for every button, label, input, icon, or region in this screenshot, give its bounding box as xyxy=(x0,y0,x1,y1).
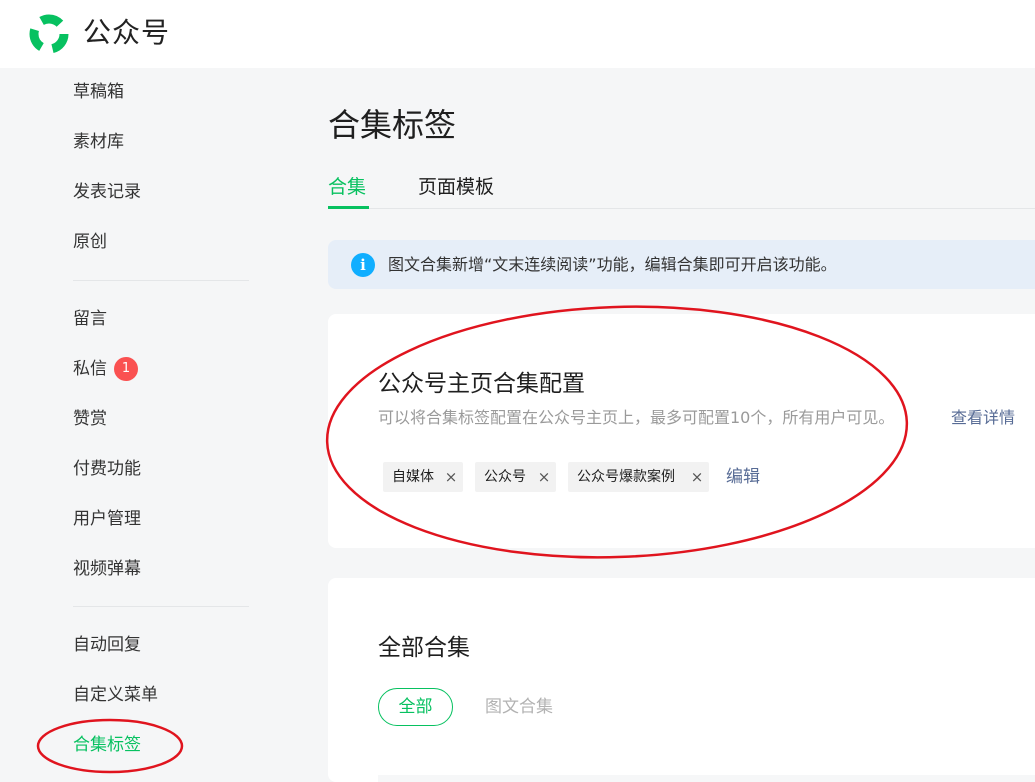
tag-label: 自媒体 xyxy=(392,469,434,485)
tag-label: 公众号 xyxy=(484,469,526,485)
collection-tag: 自媒体 × xyxy=(383,462,463,492)
homepage-config-title: 公众号主页合集配置 xyxy=(378,371,585,397)
all-collections-card xyxy=(328,578,1035,782)
sidebar-item-video-danmaku[interactable]: 视频弹幕 xyxy=(73,557,141,581)
sidebar-item-rewards[interactable]: 赞赏 xyxy=(73,407,107,431)
close-icon[interactable]: × xyxy=(689,462,705,492)
sidebar-item-auto-reply[interactable]: 自动回复 xyxy=(73,633,141,657)
filter-article-collections-button[interactable]: 图文合集 xyxy=(485,695,553,719)
sidebar-item-user-management[interactable]: 用户管理 xyxy=(73,507,141,531)
all-collections-title: 全部合集 xyxy=(378,635,470,661)
notice-text: 图文合集新增“文末连续阅读”功能，编辑合集即可开启该功能。 xyxy=(388,255,837,274)
sidebar-item-publish-history[interactable]: 发表记录 xyxy=(73,180,141,204)
messages-unread-badge: 1 xyxy=(114,357,138,381)
homepage-config-card xyxy=(328,314,1035,548)
sidebar-item-paid-features[interactable]: 付费功能 xyxy=(73,457,141,481)
collection-list-header xyxy=(378,775,1035,782)
tag-label: 公众号爆款案例 xyxy=(577,469,675,485)
sidebar-divider xyxy=(73,280,249,281)
edit-tags-link[interactable]: 编辑 xyxy=(726,466,760,488)
tab-page-templates[interactable]: 页面模板 xyxy=(418,174,494,200)
top-bar: 公众号 xyxy=(0,0,1035,68)
sidebar xyxy=(0,68,300,782)
info-icon: i xyxy=(351,253,375,277)
sidebar-item-messages[interactable]: 私信 xyxy=(73,357,107,381)
tab-collections[interactable]: 合集 xyxy=(328,174,366,200)
sidebar-item-original[interactable]: 原创 xyxy=(73,230,107,254)
collection-tag: 公众号爆款案例 × xyxy=(568,462,709,492)
active-tab-indicator xyxy=(328,206,369,209)
close-icon[interactable]: × xyxy=(443,462,459,492)
homepage-config-description: 可以将合集标签配置在公众号主页上，最多可配置10个，所有用户可见。 xyxy=(378,408,895,427)
close-icon[interactable]: × xyxy=(536,462,552,492)
wechat-official-account-logo[interactable] xyxy=(27,12,71,56)
sidebar-item-material-library[interactable]: 素材库 xyxy=(73,130,124,154)
brand-name[interactable]: 公众号 xyxy=(83,15,170,51)
filter-all-button[interactable]: 全部 xyxy=(378,688,453,726)
tabs-divider xyxy=(328,208,1035,209)
sidebar-divider xyxy=(73,606,249,607)
page-title: 合集标签 xyxy=(328,106,457,144)
sidebar-item-drafts[interactable]: 草稿箱 xyxy=(73,80,124,104)
sidebar-item-collection-tags[interactable]: 合集标签 xyxy=(73,733,141,757)
sidebar-item-comments[interactable]: 留言 xyxy=(73,307,107,331)
view-details-link[interactable]: 查看详情 xyxy=(951,407,1015,429)
collection-tag: 公众号 × xyxy=(475,462,556,492)
sidebar-item-custom-menu[interactable]: 自定义菜单 xyxy=(73,683,158,707)
